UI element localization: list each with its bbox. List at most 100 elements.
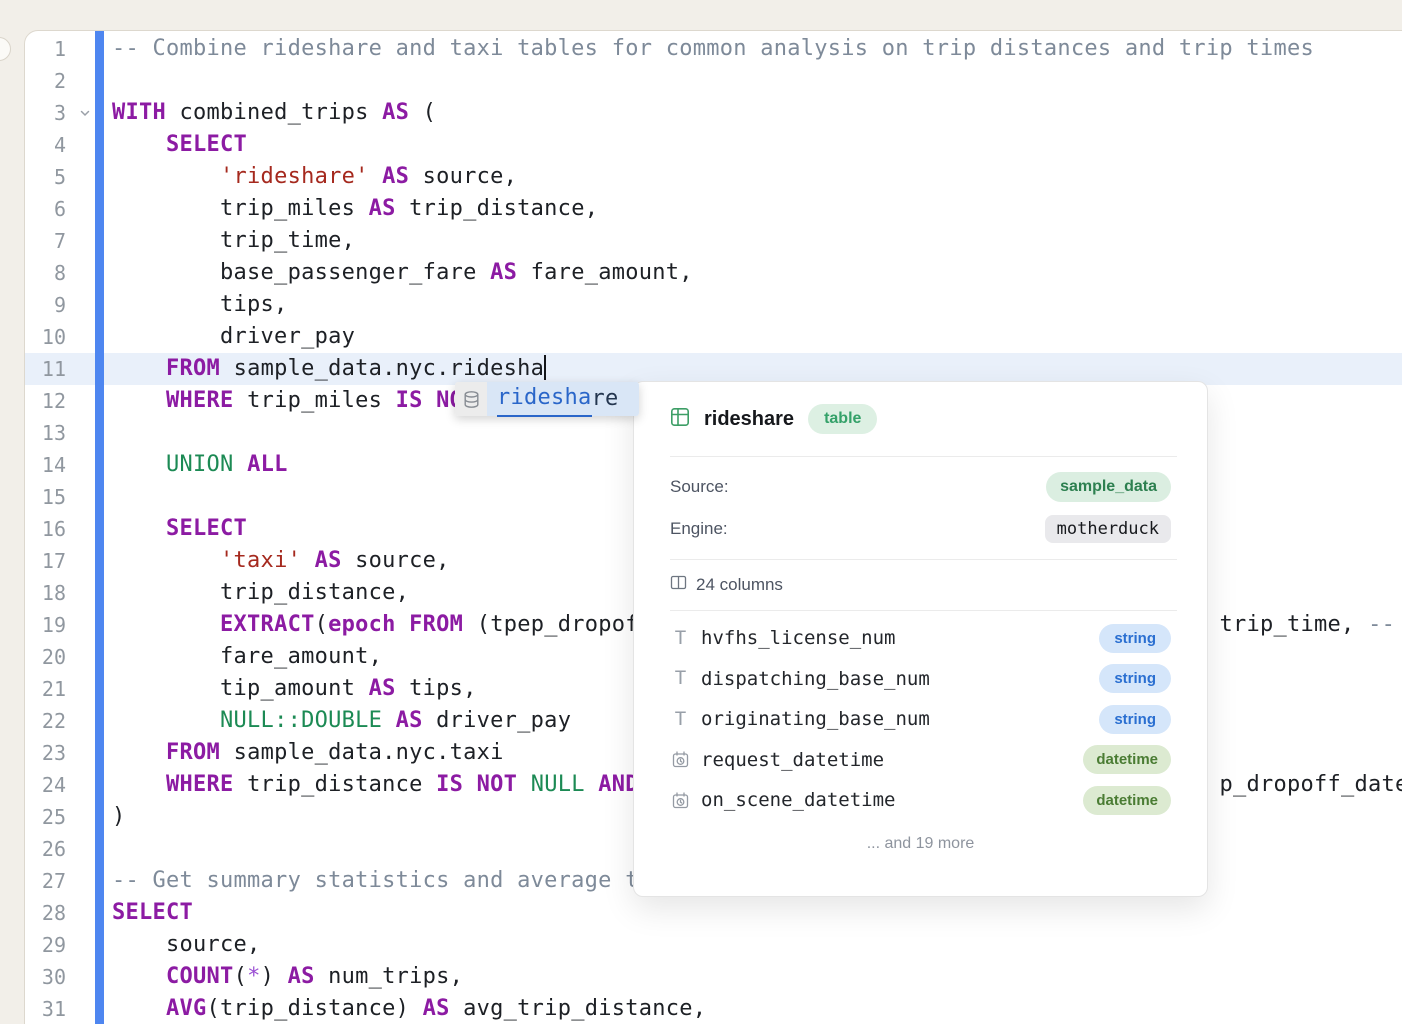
code-text: 'rideshare' AS source, [25,161,1402,193]
code-line[interactable]: 8 base_passenger_fare AS fare_amount, [25,257,1402,289]
autocomplete-match-text: ridesha [497,381,592,417]
columns-icon [670,574,687,596]
modified-lines-indicator [95,31,104,1024]
info-row-source: Source: sample_data [670,466,1171,508]
source-label: Source: [670,477,729,497]
line-number: 22 [25,705,66,737]
code-text: base_passenger_fare AS fare_amount, [25,257,1402,289]
code-text: -- Combine rideshare and taxi tables for… [25,33,1402,65]
column-row: Tdispatching_base_numstring [672,659,1171,700]
column-type-badge: string [1099,705,1171,734]
line-number: 3 [25,97,66,129]
column-row: Toriginating_base_numstring [672,699,1171,740]
code-line[interactable]: 28SELECT [25,897,1402,929]
source-badge: sample_data [1046,472,1171,502]
more-columns-row: ... and 19 more [634,823,1207,865]
column-name: hvfhs_license_num [701,627,1099,649]
line-number: 19 [25,609,66,641]
table-type-badge: table [808,404,877,434]
popover-info: Source: sample_data Engine: motherduck [634,457,1207,559]
line-number: 21 [25,673,66,705]
line-number: 10 [25,321,66,353]
line-number: 1 [25,33,66,65]
type-icon: T [672,710,689,729]
type-icon: T [672,669,689,688]
line-number: 26 [25,833,66,865]
column-type-badge: string [1099,624,1171,653]
info-row-engine: Engine: motherduck [670,508,1171,550]
code-text: SELECT [25,129,1402,161]
panel-toggle-button[interactable] [0,37,11,61]
autocomplete-rest-text: re [592,382,619,416]
table-info-popover: rideshare table Source: sample_data Engi… [633,381,1208,897]
line-number: 11 [25,353,66,385]
code-text: tips, [25,289,1402,321]
table-icon [670,407,690,432]
column-row: Thvfhs_license_numstring [672,618,1171,659]
line-number: 2 [25,65,66,97]
table-name: rideshare [704,408,794,431]
code-line[interactable]: 10 driver_pay [25,321,1402,353]
line-number: 9 [25,289,66,321]
code-text: trip_miles AS trip_distance, [25,193,1402,225]
code-text: trip_time, [25,225,1402,257]
column-name: request_datetime [701,749,1083,771]
code-text: SELECT [25,897,1402,929]
line-number: 5 [25,161,66,193]
code-line[interactable]: 6 trip_miles AS trip_distance, [25,193,1402,225]
more-columns-text: ... and 19 more [867,835,975,853]
line-number: 28 [25,897,66,929]
code-text: driver_pay [25,321,1402,353]
code-line[interactable]: 4 SELECT [25,129,1402,161]
line-number: 29 [25,929,66,961]
line-number: 6 [25,193,66,225]
line-number: 25 [25,801,66,833]
line-number: 8 [25,257,66,289]
line-number: 31 [25,993,66,1024]
code-line[interactable]: 7 trip_time, [25,225,1402,257]
code-text: WITH combined_trips AS ( [25,97,1402,129]
line-number: 23 [25,737,66,769]
code-line[interactable]: 5 'rideshare' AS source, [25,161,1402,193]
line-number: 14 [25,449,66,481]
column-type-badge: string [1099,664,1171,693]
columns-summary-text: 24 columns [696,575,783,595]
text-cursor [544,355,546,380]
columns-list: Thvfhs_license_numstringTdispatching_bas… [634,611,1207,821]
engine-badge: motherduck [1045,515,1171,543]
code-line[interactable]: 31 AVG(trip_distance) AS avg_trip_distan… [25,993,1402,1024]
line-number: 27 [25,865,66,897]
line-number: 7 [25,225,66,257]
code-line[interactable]: 1-- Combine rideshare and taxi tables fo… [25,33,1402,65]
code-line[interactable]: 2 [25,65,1402,97]
line-number: 15 [25,481,66,513]
calendar-clock-icon [672,792,689,809]
column-name: dispatching_base_num [701,668,1099,690]
code-text: COUNT(*) AS num_trips, [25,961,1402,993]
column-name: originating_base_num [701,708,1099,730]
line-number: 13 [25,417,66,449]
code-line[interactable]: 3WITH combined_trips AS ( [25,97,1402,129]
line-number: 16 [25,513,66,545]
columns-summary-row: 24 columns [634,560,1207,610]
code-text: source, [25,929,1402,961]
autocomplete-item-rideshare[interactable]: rideshare [487,382,639,416]
code-line[interactable]: 30 COUNT(*) AS num_trips, [25,961,1402,993]
column-type-badge: datetime [1083,745,1171,774]
line-number: 17 [25,545,66,577]
app-background: { "colors": { "page_background": "#f2efe… [0,0,1402,1024]
code-line[interactable]: 9 tips, [25,289,1402,321]
line-number: 20 [25,641,66,673]
database-icon [455,382,487,416]
line-number: 24 [25,769,66,801]
calendar-clock-icon [672,751,689,768]
fold-chevron-icon[interactable] [77,97,93,129]
code-line[interactable]: 29 source, [25,929,1402,961]
column-row: request_datetimedatetime [672,740,1171,781]
line-number: 12 [25,385,66,417]
column-type-badge: datetime [1083,786,1171,815]
line-number: 30 [25,961,66,993]
code-text: AVG(trip_distance) AS avg_trip_distance, [25,993,1402,1024]
type-icon: T [672,629,689,648]
popover-header: rideshare table [634,382,1207,456]
